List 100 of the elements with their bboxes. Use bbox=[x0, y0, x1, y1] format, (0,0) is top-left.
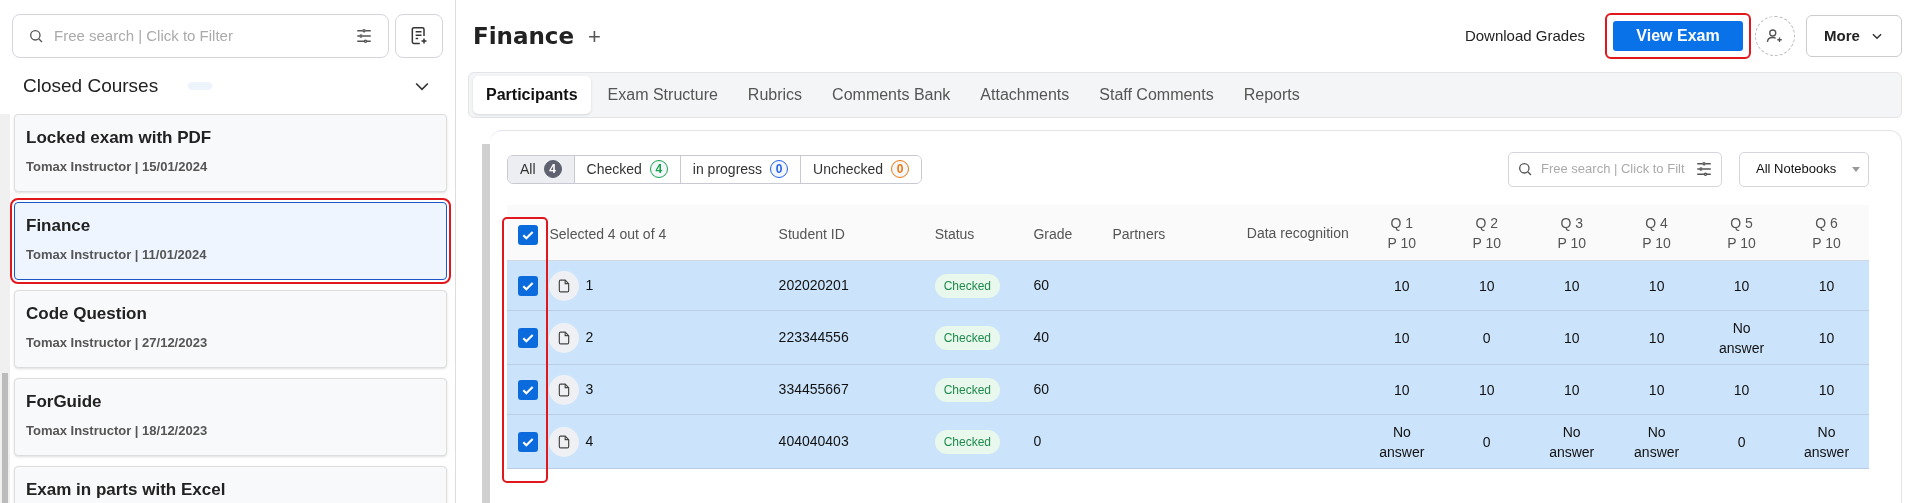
checkbox[interactable] bbox=[518, 327, 539, 348]
filter-tab[interactable]: All 4 bbox=[508, 155, 574, 183]
table-cell-text: 10 bbox=[1817, 276, 1836, 296]
page-title: Finance bbox=[473, 21, 575, 51]
document-icon[interactable] bbox=[549, 374, 580, 405]
document-icon[interactable] bbox=[549, 270, 580, 301]
tab[interactable]: Staff Comments bbox=[1086, 76, 1227, 114]
column-header[interactable]: Q 4 P 10 bbox=[1614, 212, 1700, 253]
more-button[interactable]: More bbox=[1806, 15, 1902, 57]
add-person-icon bbox=[1766, 27, 1784, 45]
course-meta: Tomax Instructor | 27/12/2023 bbox=[26, 334, 209, 352]
checkbox[interactable] bbox=[518, 379, 539, 400]
table-cell-text: 10 bbox=[1817, 380, 1836, 400]
status-badge: Checked bbox=[934, 377, 1001, 402]
column-header[interactable]: Status bbox=[934, 220, 1034, 245]
course-card[interactable]: Finance Tomax Instructor | 11/01/2024 bbox=[14, 202, 447, 280]
count-badge: 0 bbox=[891, 160, 910, 178]
table-cell-text: 334455667 bbox=[778, 380, 850, 399]
view-exam-button[interactable]: View Exam bbox=[1613, 21, 1743, 51]
table-cell-text: 10 bbox=[1732, 276, 1751, 296]
table-cell-text: 10 bbox=[1393, 380, 1411, 400]
column-header[interactable]: Data recognition bbox=[1246, 222, 1360, 243]
course-meta: Tomax Instructor | 15/01/2024 bbox=[26, 158, 209, 176]
table-cell-text: 1 bbox=[585, 276, 594, 295]
column-header: Selected 4 out of 4 bbox=[549, 225, 668, 244]
table-row[interactable]: 2 223344556 Checked 40 10 0 10 10 No answer 10 bbox=[507, 311, 1869, 365]
table-cell-text: No answer bbox=[1548, 422, 1596, 462]
checkbox[interactable] bbox=[518, 431, 539, 452]
tab[interactable]: Attachments bbox=[967, 76, 1083, 114]
search-icon bbox=[1517, 161, 1533, 177]
table-cell-text: 10 bbox=[1562, 380, 1581, 400]
status-badge: Checked bbox=[934, 325, 1001, 350]
download-grades-link[interactable]: Download Grades bbox=[1464, 24, 1585, 48]
table-cell-text: 10 bbox=[1647, 328, 1666, 348]
table-cell-text: No answer bbox=[1802, 422, 1851, 462]
tab[interactable]: Comments Bank bbox=[819, 76, 964, 114]
table-cell-text: 0 bbox=[1481, 328, 1492, 348]
search-icon bbox=[28, 28, 44, 44]
filter-tab[interactable]: Unchecked 0 bbox=[800, 155, 922, 183]
course-meta: Tomax Instructor | 11/01/2024 bbox=[26, 246, 208, 264]
table-cell-text: 10 bbox=[1477, 380, 1496, 400]
status-badge: Checked bbox=[934, 273, 1001, 298]
scrollbar[interactable] bbox=[482, 144, 490, 503]
table-cell-text: 2 bbox=[585, 328, 594, 347]
checkbox[interactable] bbox=[518, 275, 539, 296]
table-cell-text: 10 bbox=[1647, 276, 1666, 296]
table-cell-text: 0 bbox=[1736, 432, 1747, 452]
filter-icon[interactable] bbox=[1695, 160, 1713, 178]
count-badge: 0 bbox=[770, 160, 789, 178]
tab[interactable]: Exam Structure bbox=[594, 76, 731, 114]
table-cell-text: 10 bbox=[1817, 328, 1836, 348]
column-header[interactable]: Q 5 P 10 bbox=[1699, 212, 1785, 253]
table-cell-text: 10 bbox=[1647, 380, 1666, 400]
section-title: Closed Courses bbox=[23, 73, 159, 98]
column-header[interactable]: Q 1 P 10 bbox=[1359, 212, 1445, 253]
tab[interactable]: Reports bbox=[1230, 76, 1313, 114]
column-header[interactable]: Q 3 P 10 bbox=[1529, 212, 1615, 253]
table-cell-text: No answer bbox=[1378, 422, 1426, 462]
table-cell-text: 4 bbox=[585, 432, 594, 451]
course-card[interactable]: Exam in parts with Excel bbox=[14, 466, 447, 503]
course-card[interactable]: ForGuide Tomax Instructor | 18/12/2023 bbox=[14, 378, 447, 456]
table-row[interactable]: 1 202020201 Checked 60 10 10 10 10 10 10 bbox=[507, 261, 1869, 311]
column-header[interactable]: Q 2 P 10 bbox=[1444, 212, 1530, 253]
column-header[interactable]: Q 6 P 10 bbox=[1784, 212, 1869, 253]
course-title: Code Question bbox=[26, 303, 148, 325]
course-title: ForGuide bbox=[26, 391, 103, 413]
course-card[interactable]: Locked exam with PDF Tomax Instructor | 15/01/2024 bbox=[14, 114, 447, 192]
add-button[interactable]: + bbox=[588, 19, 601, 53]
table-row[interactable]: 4 404040403 Checked 0 No answer 0 No answer No answer 0 No answer bbox=[507, 415, 1869, 469]
table-row[interactable]: 3 334455667 Checked 60 10 10 10 10 10 10 bbox=[507, 365, 1869, 415]
table-cell-text: 10 bbox=[1477, 276, 1496, 296]
add-course-button[interactable] bbox=[395, 14, 443, 58]
course-meta: Tomax Instructor | 18/12/2023 bbox=[26, 422, 209, 440]
table-cell-text: 60 bbox=[1033, 276, 1050, 295]
course-title: Finance bbox=[26, 215, 92, 237]
column-header[interactable]: Partners bbox=[1112, 220, 1247, 245]
course-title: Locked exam with PDF bbox=[26, 127, 213, 149]
column-header[interactable]: Student ID bbox=[778, 220, 935, 245]
table-cell-text: 3 bbox=[585, 380, 594, 399]
column-header[interactable]: Grade bbox=[1033, 220, 1113, 245]
filter-icon[interactable] bbox=[355, 27, 373, 45]
table-cell-text: 10 bbox=[1393, 328, 1411, 348]
table-cell-text: 404040403 bbox=[778, 432, 850, 451]
status-badge: Checked bbox=[934, 429, 1001, 454]
course-card[interactable]: Code Question Tomax Instructor | 27/12/2023 bbox=[14, 290, 447, 368]
scrollbar[interactable] bbox=[0, 114, 10, 503]
checkbox[interactable] bbox=[518, 224, 539, 245]
table-cell-text: 0 bbox=[1481, 432, 1492, 452]
tab[interactable]: Rubrics bbox=[734, 76, 816, 114]
tab[interactable]: Participants bbox=[473, 76, 591, 114]
count-badge: 4 bbox=[543, 160, 562, 178]
document-icon[interactable] bbox=[549, 322, 580, 353]
table-cell-text: 40 bbox=[1033, 328, 1050, 347]
table-cell-text: No answer bbox=[1718, 318, 1766, 358]
notebook-dropdown[interactable]: All Notebooks bbox=[1739, 151, 1869, 187]
caret-icon bbox=[1852, 166, 1860, 172]
document-icon[interactable] bbox=[549, 426, 580, 457]
table-cell-text: 10 bbox=[1732, 380, 1751, 400]
table-cell-text: 10 bbox=[1393, 276, 1411, 296]
table-cell-text: No answer bbox=[1633, 422, 1681, 462]
